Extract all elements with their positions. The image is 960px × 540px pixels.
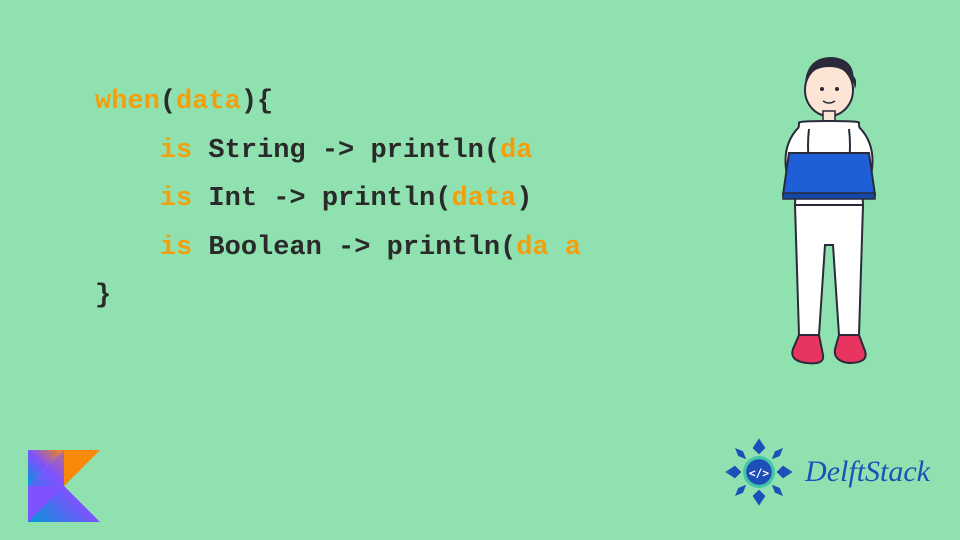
code-line-1: when(data){ [95, 78, 581, 127]
keyword-is: is [95, 136, 192, 166]
keyword-data: data [176, 87, 241, 117]
keyword-is: is [95, 233, 192, 263]
kotlin-logo-icon [28, 450, 100, 522]
svg-text:</>: </> [749, 467, 769, 480]
keyword-when: when [95, 87, 160, 117]
delftstack-brand-text: DelftStack [805, 455, 930, 489]
developer-illustration-icon [737, 45, 912, 415]
keyword-is: is [95, 184, 192, 214]
code-line-4: is Boolean -> println(da a [95, 224, 581, 273]
delftstack-logo: </> DelftStack [719, 432, 930, 512]
code-line-5: } [95, 272, 581, 321]
code-line-3: is Int -> println(data) [95, 175, 581, 224]
delftstack-mandala-icon: </> [719, 432, 799, 512]
code-line-2: is String -> println(da [95, 127, 581, 176]
code-snippet: when(data){ is String -> println(da is I… [95, 78, 581, 321]
